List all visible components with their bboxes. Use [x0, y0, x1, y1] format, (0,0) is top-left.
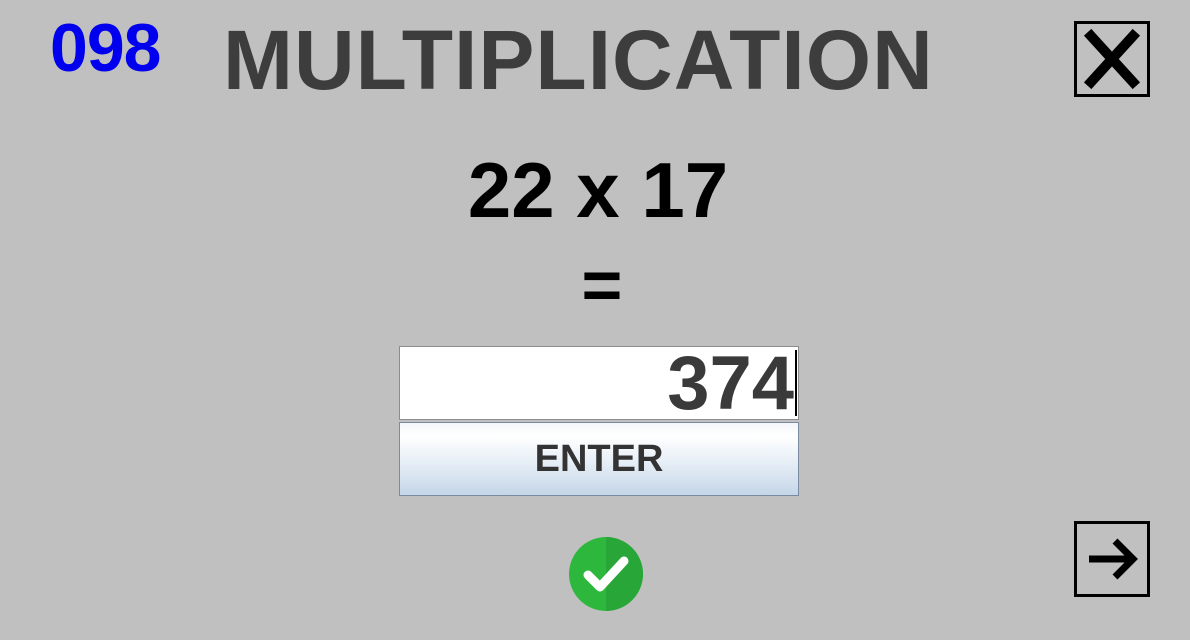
check-circle-icon: [569, 537, 643, 611]
equals-sign: =: [581, 246, 623, 324]
text-caret: [795, 350, 797, 416]
close-button[interactable]: [1074, 21, 1150, 97]
answer-input[interactable]: [399, 346, 799, 420]
close-x-icon: [1083, 28, 1141, 90]
arrow-right-icon: [1089, 538, 1138, 580]
problem-expression: 22 x 17: [467, 146, 729, 234]
page-title: MULTIPLICATION: [223, 13, 934, 107]
feedback-indicator: [568, 536, 644, 617]
enter-button[interactable]: ENTER: [399, 422, 799, 496]
next-button[interactable]: [1074, 521, 1150, 597]
problem-counter: 098: [50, 10, 161, 86]
